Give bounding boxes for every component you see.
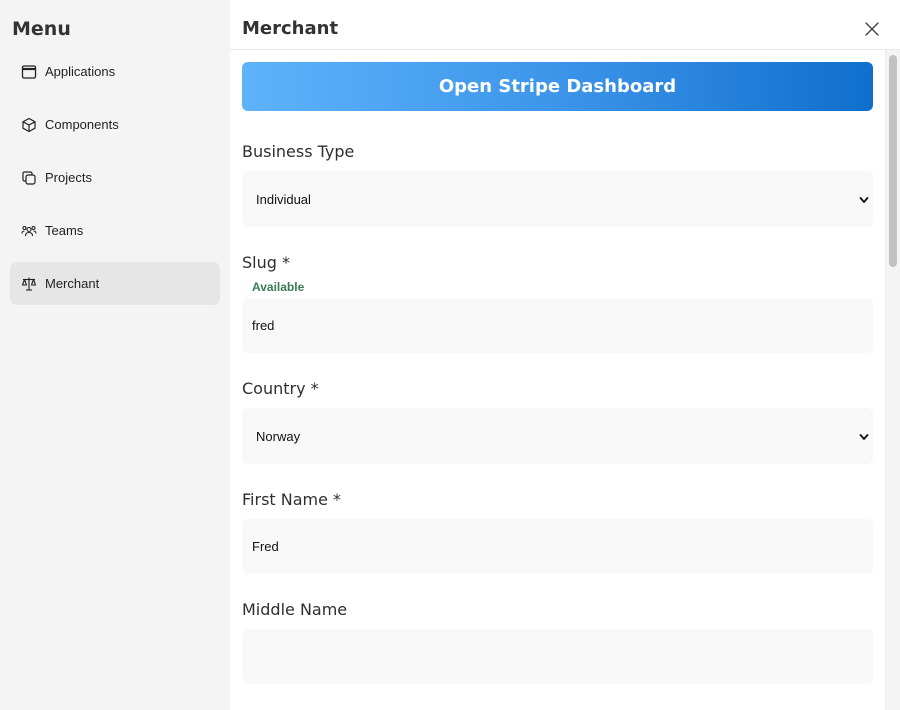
- open-stripe-dashboard-button[interactable]: Open Stripe Dashboard: [242, 62, 873, 111]
- sidebar-title: Menu: [12, 18, 71, 40]
- cube-icon: [21, 117, 37, 133]
- sidebar-item-applications[interactable]: Applications: [10, 50, 220, 93]
- first-name-input[interactable]: Fred: [242, 519, 873, 574]
- slug-label: Slug *: [242, 253, 290, 272]
- merchant-form: Open Stripe Dashboard Business Type Indi…: [242, 62, 873, 684]
- chevron-down-icon: [859, 193, 869, 203]
- sidebar-item-label: Projects: [45, 170, 92, 185]
- country-value: Norway: [256, 428, 301, 444]
- copy-icon: [21, 170, 37, 186]
- sidebar-item-merchant[interactable]: Merchant: [10, 262, 220, 305]
- scale-icon: [21, 276, 37, 292]
- middle-name-label: Middle Name: [242, 600, 348, 619]
- sidebar-item-teams[interactable]: Teams: [10, 209, 220, 252]
- business-type-value: Individual: [256, 191, 311, 207]
- main-panel: Merchant Open Stripe Dashboard Business …: [230, 0, 900, 710]
- sidebar-nav: Applications Components Projects Teams M…: [10, 50, 220, 315]
- business-type-select[interactable]: Individual: [242, 171, 873, 227]
- middle-name-input[interactable]: [242, 629, 873, 684]
- scrollbar-thumb[interactable]: [889, 55, 897, 267]
- business-type-label: Business Type: [242, 142, 355, 161]
- users-icon: [21, 223, 37, 239]
- first-name-label: First Name *: [242, 490, 342, 509]
- slug-input[interactable]: fred: [242, 298, 873, 353]
- sidebar-item-label: Merchant: [45, 276, 100, 291]
- sidebar: Menu Applications Components Projects Te…: [0, 0, 230, 710]
- panel-header: Merchant: [230, 0, 900, 50]
- slug-value: fred: [252, 318, 275, 333]
- chevron-down-icon: [859, 430, 869, 440]
- country-label: Country *: [242, 379, 319, 398]
- window-icon: [21, 64, 37, 80]
- slug-status: Available: [252, 280, 305, 294]
- page-title: Merchant: [242, 18, 339, 39]
- close-button[interactable]: [864, 21, 880, 37]
- sidebar-item-label: Applications: [45, 64, 116, 79]
- first-name-value: Fred: [252, 539, 279, 554]
- sidebar-item-projects[interactable]: Projects: [10, 156, 220, 199]
- scrollbar[interactable]: [885, 50, 900, 710]
- sidebar-item-label: Teams: [45, 223, 84, 238]
- sidebar-item-components[interactable]: Components: [10, 103, 220, 146]
- close-icon: [865, 22, 879, 36]
- country-select[interactable]: Norway: [242, 408, 873, 464]
- sidebar-item-label: Components: [45, 117, 119, 132]
